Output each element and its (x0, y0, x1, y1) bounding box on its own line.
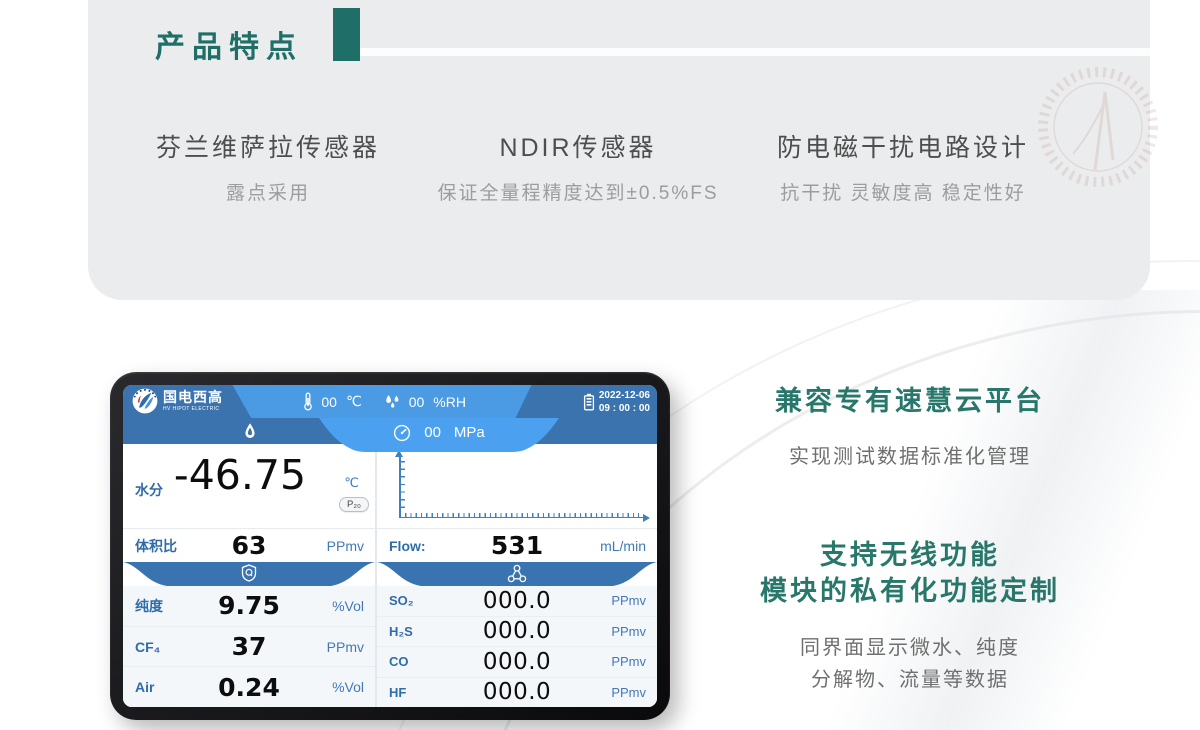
temp-unit: ℃ (346, 393, 362, 410)
brand-logo-group: 国电西高 HV HIPOT ELECTRIC (132, 388, 223, 414)
battery-icon (583, 393, 595, 411)
water-drop-icon (243, 422, 257, 440)
moisture-panel: 水分 -46.75 ℃ P₂₀ (123, 444, 375, 529)
pressure-unit: MPa (454, 424, 485, 441)
cloud-platform-block: 兼容专有速慧云平台 实现测试数据标准化管理 (725, 383, 1095, 473)
humidity-unit: %RH (433, 394, 466, 410)
flow-label: Flow: (389, 538, 426, 554)
device-screen: 国电西高 HV HIPOT ELECTRIC 00 ℃ (123, 385, 657, 707)
co-label: CO (389, 654, 409, 669)
feature-title: NDIR传感器 (388, 128, 768, 164)
chart-x-arrow (643, 514, 650, 522)
title-accent-line (360, 48, 1150, 56)
block-desc: 实现测试数据标准化管理 (725, 441, 1095, 473)
thermometer-icon (303, 392, 313, 411)
brand-subtitle: HV HIPOT ELECTRIC (163, 406, 223, 412)
moisture-value: -46.75 (161, 451, 319, 499)
chart-x-ticks (405, 513, 639, 517)
purity-row: 纯度 9.75 %Vol (123, 586, 375, 627)
env-readouts: 00 ℃ 00 %RH (235, 385, 534, 418)
date-text: 2022-12-06 (599, 389, 650, 402)
so2-unit: PPmv (611, 593, 646, 608)
chart-x-axis (399, 517, 643, 519)
co-unit: PPmv (611, 654, 646, 669)
hf-label: HF (389, 685, 406, 700)
purity-label: 纯度 (135, 596, 163, 616)
gauge-icon (393, 424, 411, 442)
brand-name: 国电西高 (163, 390, 223, 404)
cf4-unit: PPmv (327, 639, 364, 655)
block-title: 兼容专有速慧云平台 (725, 383, 1095, 419)
purity-unit: %Vol (332, 598, 364, 614)
feature-vaisala-sensor: 芬兰维萨拉传感器 露点采用 (118, 128, 418, 205)
cf4-label: CF₄ (135, 639, 160, 655)
block-desc-line: 同界面显示微水、纯度 (715, 632, 1105, 664)
block-desc-line: 分解物、流量等数据 (715, 664, 1105, 696)
gas-section: SO₂ 000.0 PPmv H₂S 000.0 PPmv CO 000.0 (377, 586, 657, 707)
purity-section: 纯度 9.75 %Vol CF₄ 37 PPmv Air 0.24 %V (123, 586, 375, 707)
flow-unit: mL/min (600, 538, 646, 554)
gas-ribbon (377, 562, 657, 586)
device-tablet: 国电西高 HV HIPOT ELECTRIC 00 ℃ (110, 372, 670, 720)
left-column: 水分 -46.75 ℃ P₂₀ 体积比 63 PPmv (123, 444, 375, 707)
h2s-unit: PPmv (611, 624, 646, 639)
chart-y-ticks (401, 461, 405, 514)
hf-row: HF 000.0 PPmv (377, 678, 657, 708)
features-card: 产品特点 芬兰维萨拉传感器 露点采用 NDIR传感器 保证全量程精度达到±0.5… (88, 0, 1150, 300)
volume-ratio-row: 体积比 63 PPmv (123, 529, 375, 562)
shield-icon (241, 564, 257, 582)
air-unit: %Vol (332, 679, 364, 695)
hf-unit: PPmv (611, 685, 646, 700)
subheader-band: 00 MPa (123, 418, 657, 444)
time-text: 09 : 00 : 00 (599, 402, 650, 415)
molecule-icon (507, 564, 527, 584)
flow-chart (377, 444, 657, 529)
air-label: Air (135, 679, 154, 695)
moisture-unit: ℃ (344, 475, 359, 491)
co-row: CO 000.0 PPmv (377, 647, 657, 678)
air-row: Air 0.24 %Vol (123, 667, 375, 707)
feature-emi-circuit: 防电磁干扰电路设计 抗干扰 灵敏度高 稳定性好 (733, 128, 1073, 205)
humidity-drops-icon (384, 394, 401, 409)
feature-title: 芬兰维萨拉传感器 (118, 128, 418, 164)
h2s-row: H₂S 000.0 PPmv (377, 617, 657, 648)
so2-label: SO₂ (389, 593, 414, 608)
page: 产品特点 芬兰维萨拉传感器 露点采用 NDIR传感器 保证全量程精度达到±0.5… (0, 0, 1200, 730)
page-title: 产品特点 (155, 22, 303, 66)
brand-logo-icon (132, 388, 158, 414)
feature-subtitle: 保证全量程精度达到±0.5%FS (388, 178, 768, 205)
right-column: Flow: 531 mL/min (377, 444, 657, 707)
statusbar: 国电西高 HV HIPOT ELECTRIC 00 ℃ (123, 385, 657, 418)
feature-subtitle: 抗干扰 灵敏度高 稳定性好 (733, 178, 1073, 205)
volume-ratio-label: 体积比 (135, 536, 177, 556)
feature-subtitle: 露点采用 (118, 178, 418, 205)
pressure-value: 00 (424, 424, 441, 441)
pressure-tab: 00 MPa (319, 418, 559, 452)
flow-row: Flow: 531 mL/min (377, 529, 657, 562)
p20-badge: P₂₀ (339, 497, 369, 512)
moisture-label: 水分 (135, 480, 163, 500)
watermark-seal-icon (1033, 62, 1163, 192)
wireless-module-block: 支持无线功能 模块的私有化功能定制 同界面显示微水、纯度 分解物、流量等数据 (715, 537, 1105, 696)
feature-ndir-sensor: NDIR传感器 保证全量程精度达到±0.5%FS (388, 128, 768, 205)
cf4-row: CF₄ 37 PPmv (123, 627, 375, 668)
title-accent-block (333, 8, 360, 61)
clock-group: 2022-12-06 09 : 00 : 00 (583, 389, 650, 415)
h2s-label: H₂S (389, 624, 413, 639)
humidity-value: 00 (409, 394, 425, 410)
block-title-line: 支持无线功能 (715, 537, 1105, 573)
temp-value: 00 (321, 394, 337, 410)
purity-ribbon (123, 562, 375, 586)
feature-title: 防电磁干扰电路设计 (733, 128, 1073, 164)
block-title-line: 模块的私有化功能定制 (715, 573, 1105, 609)
so2-row: SO₂ 000.0 PPmv (377, 586, 657, 617)
screen-content: 水分 -46.75 ℃ P₂₀ 体积比 63 PPmv (123, 444, 657, 707)
volume-ratio-unit: PPmv (327, 538, 364, 554)
